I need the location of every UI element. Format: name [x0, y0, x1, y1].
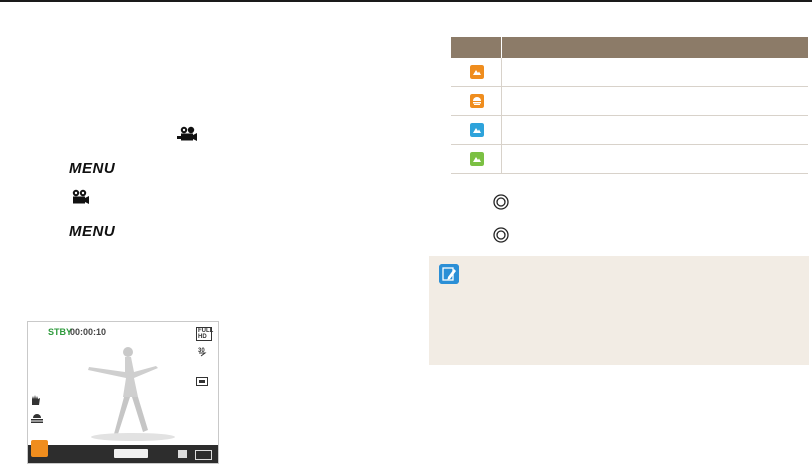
movie-camera-icon: [72, 189, 89, 204]
green-scene-icon: [470, 152, 484, 166]
menu-button-glyph: MENU: [69, 223, 116, 240]
movie-mode-icon: [31, 440, 48, 457]
memory-card-icon: [178, 450, 187, 458]
table-row: [451, 58, 808, 87]
voice-icon: [31, 414, 43, 423]
shutter-button-icon: [493, 227, 509, 243]
quality-badge: FULL HD: [196, 327, 214, 341]
column-divider: [501, 145, 502, 173]
fps-icon: 30: [198, 348, 207, 357]
table-row: [451, 87, 808, 116]
metering-icon: [196, 377, 208, 386]
note-pencil-icon: [439, 264, 459, 284]
shutter-button-icon: [493, 194, 509, 210]
orange-night-icon: [470, 94, 484, 108]
column-divider: [501, 116, 502, 144]
battery-icon: [195, 450, 212, 460]
table-header: [451, 37, 808, 58]
table-row: [451, 116, 808, 145]
column-divider: [501, 87, 502, 115]
note-box: [429, 256, 809, 365]
viewfinder-status-bar: [28, 445, 218, 463]
movie-camera-icon: [177, 126, 197, 141]
exposure-scale: [114, 449, 148, 458]
orange-scene-icon: [470, 65, 484, 79]
table-row: [451, 145, 808, 174]
header-divider: [501, 37, 502, 58]
top-rule: [0, 0, 812, 2]
option-table: [451, 37, 808, 174]
standby-status: STBY: [48, 327, 73, 337]
dancer-silhouette-illustration: [88, 347, 175, 441]
column-divider: [501, 58, 502, 86]
stabilizer-hand-icon: [32, 395, 40, 405]
camera-viewfinder: STBY 00:00:10 FULL HD 30: [27, 321, 219, 464]
blue-scene-icon: [470, 123, 484, 137]
recording-time: 00:00:10: [70, 327, 107, 337]
menu-button-glyph: MENU: [69, 160, 116, 177]
